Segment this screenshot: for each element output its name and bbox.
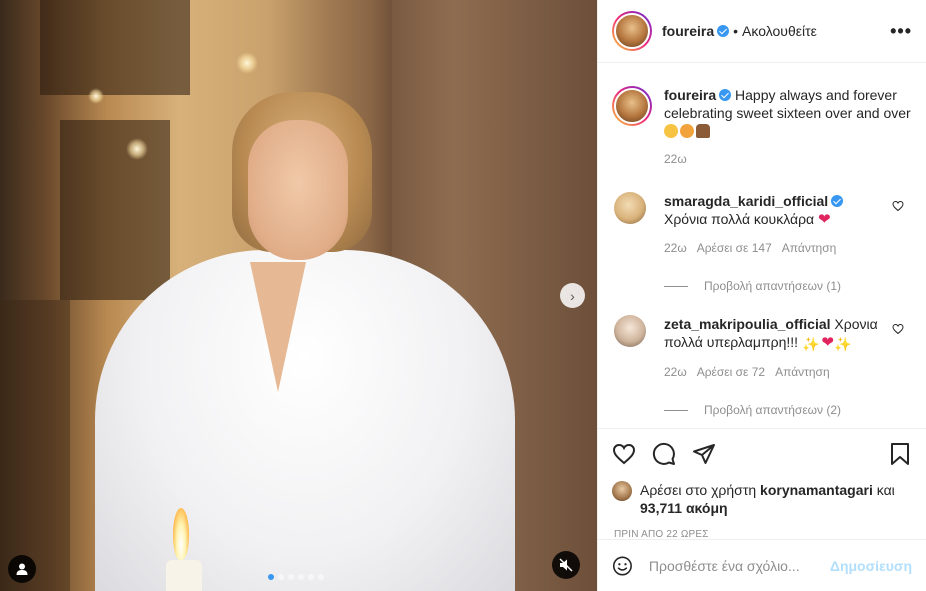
background-cabinet bbox=[40, 0, 190, 95]
follow-separator: • bbox=[733, 23, 739, 39]
replies-divider bbox=[664, 409, 688, 411]
caption-username[interactable]: foureira bbox=[664, 87, 716, 103]
ceiling-light bbox=[236, 52, 258, 74]
comment-bubble-icon[interactable] bbox=[652, 442, 676, 466]
slide-dot bbox=[268, 574, 274, 580]
verified-badge-icon bbox=[717, 25, 730, 37]
commenter-username[interactable]: zeta_makripoulia_official bbox=[664, 316, 831, 332]
commenter-avatar[interactable] bbox=[614, 192, 646, 224]
slide-dot bbox=[278, 574, 284, 580]
slide-dot bbox=[288, 574, 294, 580]
background-doorway bbox=[0, 300, 70, 591]
cake-emoji-icon bbox=[696, 124, 710, 138]
reply-button[interactable]: Απάντηση bbox=[775, 363, 830, 381]
post-media[interactable]: › bbox=[0, 0, 597, 591]
candle bbox=[166, 560, 202, 591]
comment-input[interactable] bbox=[648, 557, 830, 574]
likes-summary: Αρέσει στο χρήστη korynamantagari και 93… bbox=[612, 481, 912, 517]
slide-indicator bbox=[268, 574, 324, 580]
like-comment-heart-icon[interactable] bbox=[892, 323, 904, 335]
view-replies-button[interactable]: Προβολή απαντήσεων (1) bbox=[664, 279, 912, 293]
comment-time[interactable]: 22ω bbox=[664, 239, 687, 257]
party-face-emoji-icon bbox=[680, 124, 694, 138]
likes-connector: και bbox=[876, 482, 895, 498]
ceiling-light bbox=[126, 138, 148, 160]
comment-item: smaragda_karidi_official Χρόνια πολλά κο… bbox=[612, 192, 912, 257]
ceiling-light bbox=[88, 88, 104, 104]
comment-likes[interactable]: Αρέσει σε 147 bbox=[697, 239, 772, 257]
comment-likes[interactable]: Αρέσει σε 72 bbox=[697, 363, 765, 381]
comment-text: Χρόνια πολλά κουκλάρα bbox=[664, 211, 815, 227]
comments-list[interactable]: foureira Happy always and forever celebr… bbox=[598, 64, 926, 428]
slide-dot bbox=[308, 574, 314, 580]
liker-avatar[interactable] bbox=[612, 481, 632, 501]
following-button[interactable]: Ακολουθείτε bbox=[742, 23, 817, 39]
red-heart-emoji-icon: ❤ bbox=[818, 211, 831, 228]
post-comment-button[interactable]: Δημοσίευση bbox=[830, 558, 912, 574]
author-avatar[interactable] bbox=[612, 11, 652, 51]
comment-item: zeta_makripoulia_official Χρονια πολλά υ… bbox=[612, 315, 912, 381]
sparkles-emoji-icon: ✨ bbox=[801, 336, 820, 352]
red-heart-emoji-icon: ❤ bbox=[821, 334, 834, 351]
more-options-icon[interactable]: ••• bbox=[890, 21, 912, 42]
post-actions: Αρέσει στο χρήστη korynamantagari και 93… bbox=[598, 428, 926, 540]
sparkles-emoji-icon: ✨ bbox=[833, 336, 852, 352]
reply-button[interactable]: Απάντηση bbox=[782, 239, 837, 257]
like-comment-heart-icon[interactable] bbox=[892, 200, 904, 212]
post-header: foureira • Ακολουθείτε ••• bbox=[598, 0, 926, 63]
liker-username[interactable]: korynamantagari bbox=[760, 482, 873, 498]
crazy-face-emoji-icon bbox=[664, 124, 678, 138]
emoji-smiley-icon[interactable] bbox=[612, 554, 633, 578]
comment-time[interactable]: 22ω bbox=[664, 363, 687, 381]
speaker-muted-icon bbox=[559, 558, 573, 572]
slide-dot bbox=[318, 574, 324, 580]
likes-prefix: Αρέσει στο χρήστη bbox=[640, 482, 757, 498]
replies-divider bbox=[664, 285, 688, 287]
candle-flame bbox=[173, 508, 189, 560]
chevron-right-icon: › bbox=[570, 287, 575, 304]
share-paper-plane-icon[interactable] bbox=[692, 442, 716, 466]
commenter-username[interactable]: smaragda_karidi_official bbox=[664, 193, 828, 209]
add-comment-bar: Δημοσίευση bbox=[598, 539, 926, 591]
next-slide-button[interactable]: › bbox=[560, 283, 585, 308]
caption-avatar[interactable] bbox=[612, 86, 652, 126]
view-replies-button[interactable]: Προβολή απαντήσεων (2) bbox=[664, 403, 912, 417]
slide-dot bbox=[298, 574, 304, 580]
background-closet bbox=[60, 120, 170, 300]
tagged-users-button[interactable] bbox=[8, 555, 36, 583]
post-sidebar: foureira • Ακολουθείτε ••• foureira Happ… bbox=[597, 0, 926, 591]
verified-badge-icon bbox=[719, 89, 732, 101]
commenter-avatar[interactable] bbox=[614, 315, 646, 347]
user-icon bbox=[16, 563, 28, 575]
likes-others-count[interactable]: 93,711 ακόμη bbox=[640, 500, 728, 516]
post-caption: foureira Happy always and forever celebr… bbox=[612, 64, 912, 168]
mute-button[interactable] bbox=[552, 551, 580, 579]
like-heart-icon[interactable] bbox=[612, 442, 636, 466]
author-username[interactable]: foureira bbox=[662, 23, 730, 39]
verified-badge-icon bbox=[831, 195, 844, 207]
caption-time[interactable]: 22ω bbox=[664, 150, 912, 168]
robe-neckline bbox=[250, 262, 306, 392]
save-bookmark-icon[interactable] bbox=[888, 442, 912, 466]
person-face bbox=[248, 120, 348, 260]
